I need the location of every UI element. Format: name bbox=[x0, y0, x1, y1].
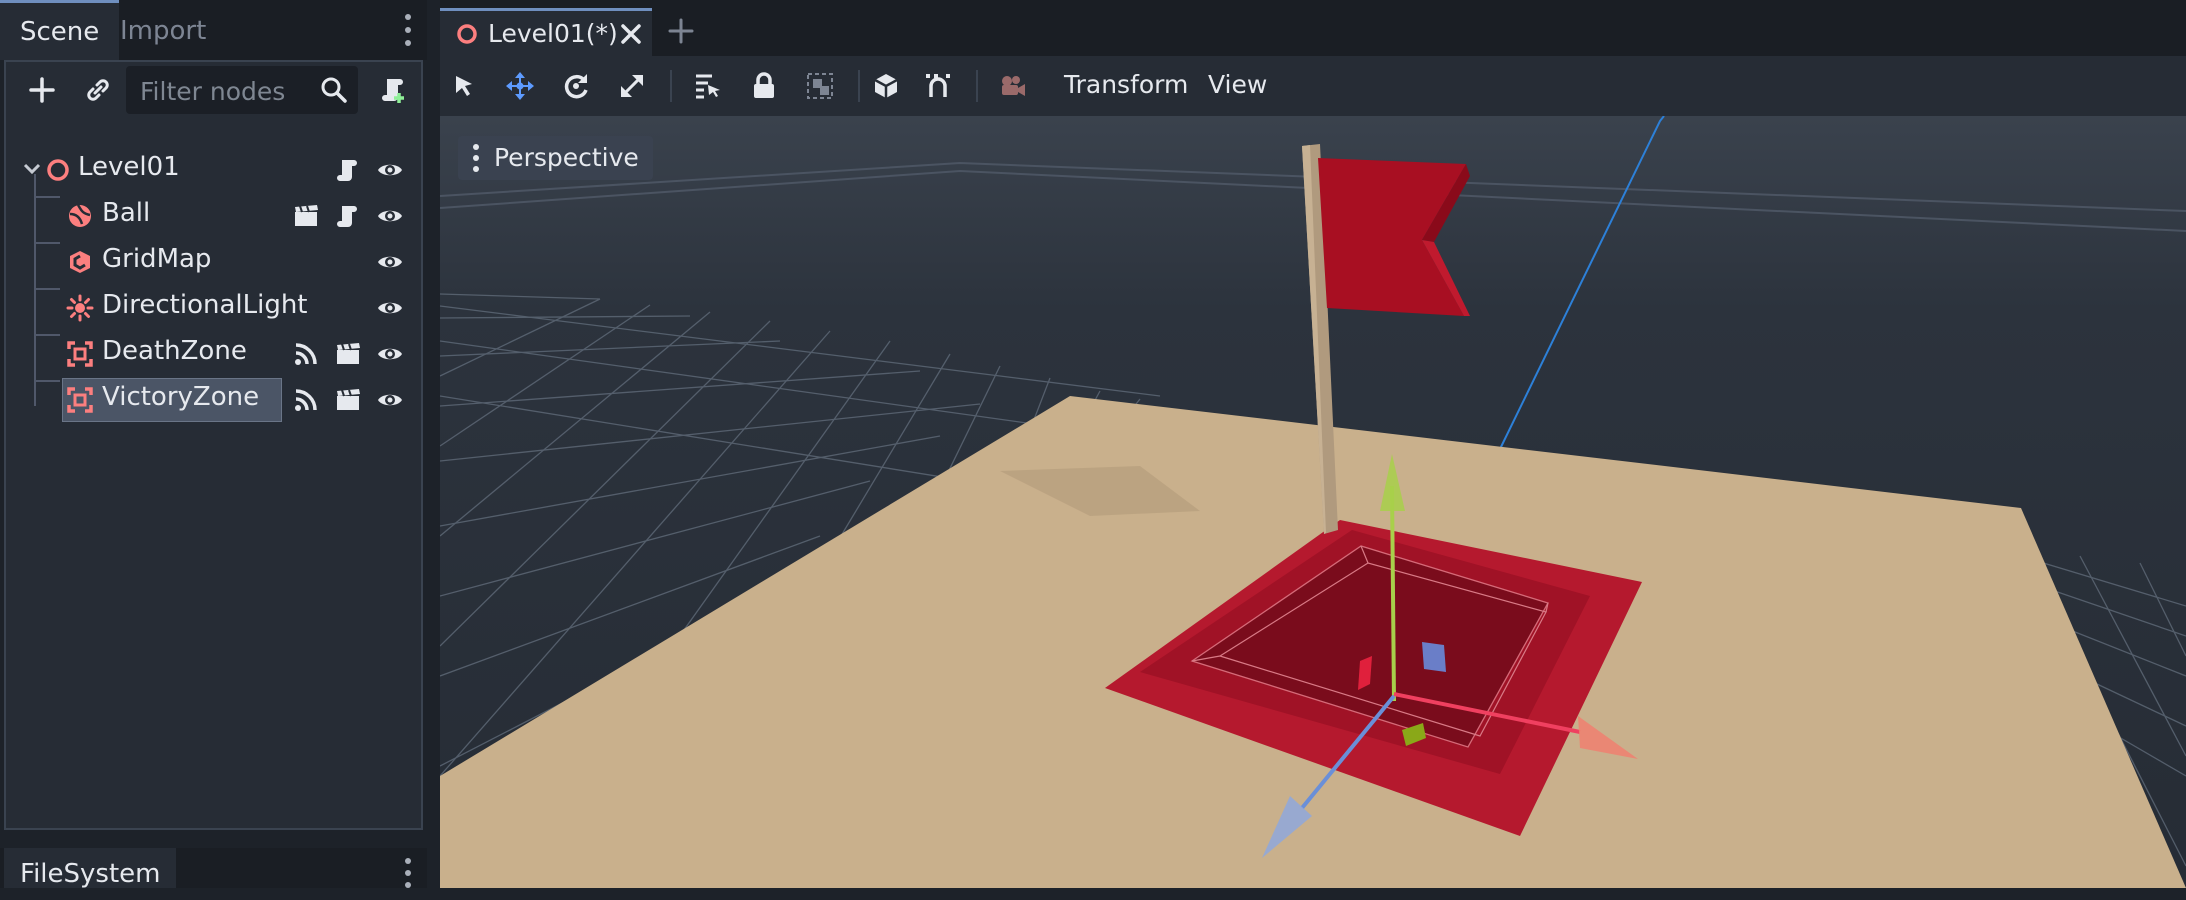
chevron-down-icon[interactable] bbox=[20, 156, 44, 180]
toolbar-separator bbox=[976, 70, 978, 102]
tree-item-ball[interactable]: Ball bbox=[6, 194, 421, 236]
area-icon bbox=[64, 384, 96, 416]
perspective-label: Perspective bbox=[494, 143, 639, 172]
open-scene-icon[interactable] bbox=[290, 200, 322, 232]
main-editor: Level01(*) Transform View Perspective bbox=[440, 0, 2186, 888]
view-menu[interactable]: View bbox=[1208, 70, 1267, 99]
filter-nodes-input[interactable] bbox=[138, 66, 312, 116]
new-scene-tab-icon[interactable] bbox=[666, 16, 696, 46]
light-icon bbox=[64, 292, 96, 324]
visibility-icon[interactable] bbox=[374, 338, 406, 370]
node3d-icon bbox=[454, 21, 480, 47]
scene-tabs: Level01(*) bbox=[440, 0, 2186, 56]
local-space-icon[interactable] bbox=[866, 66, 906, 106]
tab-level01[interactable]: Level01(*) bbox=[440, 8, 652, 56]
filter-nodes-field[interactable] bbox=[126, 66, 358, 116]
script-icon[interactable] bbox=[332, 200, 364, 232]
tab-import[interactable]: Import bbox=[100, 0, 226, 60]
toolbar-separator bbox=[858, 70, 860, 102]
gridmap-icon bbox=[64, 246, 96, 278]
scene-toolbar bbox=[6, 62, 421, 126]
area-icon bbox=[64, 338, 96, 370]
dock-menu-icon[interactable] bbox=[393, 14, 423, 46]
tree-item-label: DeathZone bbox=[102, 336, 247, 366]
viewport-scene-render[interactable] bbox=[440, 116, 2186, 888]
lock-icon[interactable] bbox=[744, 66, 784, 106]
viewport-toolbar: Transform View bbox=[440, 56, 2186, 116]
perspective-menu-button[interactable]: Perspective bbox=[458, 136, 653, 180]
group-icon[interactable] bbox=[800, 66, 840, 106]
signal-icon[interactable] bbox=[290, 338, 322, 370]
tree-item-label: GridMap bbox=[102, 244, 212, 274]
snap-icon[interactable] bbox=[918, 66, 958, 106]
search-icon bbox=[318, 74, 350, 106]
rotate-mode-icon[interactable] bbox=[556, 66, 596, 106]
tree-item-label: Ball bbox=[102, 198, 151, 228]
visibility-icon[interactable] bbox=[374, 246, 406, 278]
move-mode-icon[interactable] bbox=[500, 66, 540, 106]
add-node-icon[interactable] bbox=[22, 70, 62, 110]
scene-dock-tabs: Scene Import bbox=[0, 0, 427, 60]
list-select-icon[interactable] bbox=[688, 66, 728, 106]
signal-icon[interactable] bbox=[290, 384, 322, 416]
dock-menu-icon[interactable] bbox=[393, 858, 423, 888]
tree-item-label: DirectionalLight bbox=[102, 290, 308, 320]
transform-menu[interactable]: Transform bbox=[1064, 70, 1188, 99]
rigidbody-icon bbox=[64, 200, 96, 232]
select-mode-icon[interactable] bbox=[444, 66, 484, 106]
scene-tree-panel: Level01 Ball bbox=[4, 60, 423, 830]
script-icon[interactable] bbox=[332, 154, 364, 186]
tree-item-label: VictoryZone bbox=[102, 382, 260, 412]
scene-tab-label: Level01(*) bbox=[488, 19, 618, 48]
tree-item-directionallight[interactable]: DirectionalLight bbox=[6, 286, 421, 328]
tab-filesystem[interactable]: FileSystem bbox=[4, 848, 177, 889]
visibility-icon[interactable] bbox=[374, 154, 406, 186]
tree-item-deathzone[interactable]: DeathZone bbox=[6, 332, 421, 374]
toolbar-separator bbox=[670, 70, 672, 102]
tree-item-label: Level01 bbox=[78, 152, 180, 182]
open-scene-icon[interactable] bbox=[332, 338, 364, 370]
left-dock: Scene Import Filter nodes Level01 Ball G… bbox=[0, 0, 427, 889]
close-icon[interactable] bbox=[618, 21, 644, 47]
instance-scene-icon[interactable] bbox=[78, 70, 118, 110]
filesystem-dock-tabs: FileSystem bbox=[0, 848, 427, 889]
scale-mode-icon[interactable] bbox=[612, 66, 652, 106]
tree-item-victoryzone[interactable]: VictoryZone bbox=[6, 378, 421, 422]
attach-script-icon[interactable] bbox=[374, 70, 414, 110]
tree-item-level01[interactable]: Level01 bbox=[6, 148, 421, 190]
node3d-icon bbox=[42, 154, 74, 186]
visibility-icon[interactable] bbox=[374, 292, 406, 324]
camera-icon[interactable] bbox=[992, 66, 1032, 106]
visibility-icon[interactable] bbox=[374, 384, 406, 416]
visibility-icon[interactable] bbox=[374, 200, 406, 232]
tree-item-gridmap[interactable]: GridMap bbox=[6, 240, 421, 282]
kebab-icon bbox=[472, 144, 480, 172]
3d-viewport[interactable]: Perspective bbox=[440, 116, 2186, 888]
open-scene-icon[interactable] bbox=[332, 384, 364, 416]
